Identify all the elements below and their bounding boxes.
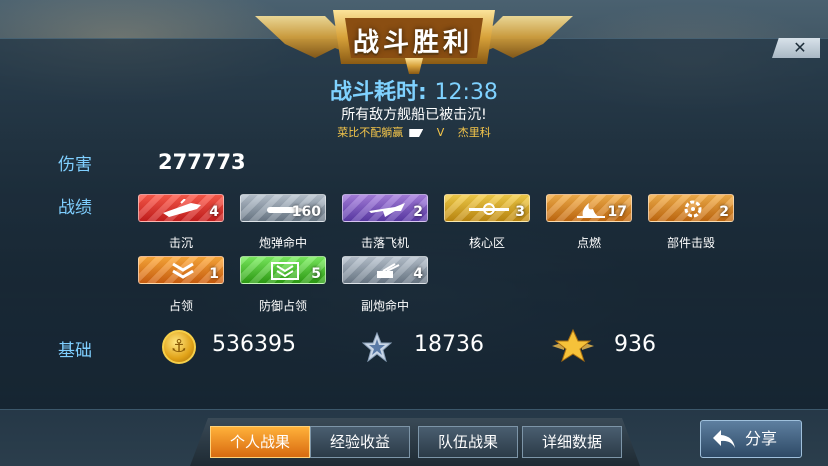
medal-count: 4 bbox=[413, 266, 423, 282]
tab-team-result[interactable]: 队伍战果 bbox=[418, 426, 518, 458]
fire-icon bbox=[577, 203, 605, 218]
battle-time-value: 12:38 bbox=[434, 80, 498, 105]
medal-count: 5 bbox=[311, 266, 321, 282]
close-icon: ✕ bbox=[793, 38, 807, 57]
tab-detail-data[interactable]: 详细数据 bbox=[522, 426, 622, 458]
record-label: 战绩 bbox=[58, 198, 92, 218]
medal-label: 占领 bbox=[168, 299, 193, 313]
medal-label: 击沉 bbox=[168, 236, 193, 250]
base-label: 基础 bbox=[58, 341, 92, 361]
medal-count: 2 bbox=[413, 204, 423, 220]
matchup: 菜比不配躺赢 V 杰里科 bbox=[0, 124, 828, 140]
battle-time-label: 战斗耗时: bbox=[330, 80, 427, 105]
share-button[interactable]: 分享 bbox=[700, 420, 802, 458]
shield-chevron-icon bbox=[271, 262, 299, 280]
medal-label: 炮弹命中 bbox=[258, 236, 307, 250]
medal-defend-capture[interactable]: 5 bbox=[240, 256, 326, 284]
share-label: 分享 bbox=[745, 429, 778, 448]
gear-broken-icon bbox=[684, 200, 702, 218]
coin-value: 536395 bbox=[212, 332, 296, 357]
medal-sink[interactable]: 4 bbox=[138, 194, 224, 222]
medal-count: 3 bbox=[515, 204, 525, 220]
medal-label: 核心区 bbox=[468, 236, 505, 250]
page-title: 战斗胜利 bbox=[352, 28, 473, 58]
medal-plane-down[interactable]: 2 bbox=[342, 194, 428, 222]
battle-time: 战斗耗时: 12:38 bbox=[0, 74, 828, 106]
vs-label: V bbox=[436, 126, 445, 139]
medal-count: 17 bbox=[607, 204, 627, 220]
share-arrow-icon bbox=[713, 430, 735, 448]
medal-secondary-hit[interactable]: 4 bbox=[342, 256, 428, 284]
chevron-double-icon bbox=[172, 262, 194, 279]
reputation-value: 936 bbox=[614, 332, 656, 357]
medal-count: 4 bbox=[209, 204, 219, 220]
medal-core-zone[interactable]: 3 bbox=[444, 194, 530, 222]
secondary-gun-icon bbox=[377, 263, 400, 278]
medal-fire[interactable]: 17 bbox=[546, 194, 632, 222]
medal-shell-hit[interactable]: 160 bbox=[240, 194, 326, 222]
plane-down-icon bbox=[369, 203, 405, 217]
flag-icon bbox=[409, 129, 424, 137]
medal-label: 防御占领 bbox=[258, 299, 307, 313]
medal-count: 1 bbox=[209, 266, 219, 282]
medal-count: 160 bbox=[291, 204, 321, 220]
opponent-name: 杰里科 bbox=[457, 126, 491, 139]
ship-sinking-icon bbox=[163, 199, 201, 217]
medal-part-destroyed[interactable]: 2 bbox=[648, 194, 734, 222]
exp-value: 18736 bbox=[414, 332, 484, 357]
gold-star-icon bbox=[552, 328, 594, 363]
medal-label: 部件击毁 bbox=[666, 236, 715, 250]
silver-star-icon bbox=[362, 332, 392, 362]
medal-capture[interactable]: 1 bbox=[138, 256, 224, 284]
battle-result-text: 所有敌方舰船已被击沉! bbox=[341, 107, 487, 123]
tab-personal-result[interactable]: 个人战果 bbox=[210, 426, 310, 458]
medal-label: 击落飞机 bbox=[360, 236, 409, 250]
medal-label: 副炮命中 bbox=[360, 299, 409, 313]
gold-coin-icon: ⚓ bbox=[162, 330, 196, 364]
core-zone-icon bbox=[469, 203, 509, 215]
close-button[interactable]: ✕ bbox=[772, 38, 820, 58]
medal-label: 点燃 bbox=[576, 236, 601, 250]
player-name: 菜比不配躺赢 bbox=[337, 126, 404, 139]
damage-value: 277773 bbox=[158, 150, 246, 174]
medal-count: 2 bbox=[719, 204, 729, 220]
damage-label: 伤害 bbox=[58, 155, 92, 175]
tab-exp-gain[interactable]: 经验收益 bbox=[310, 426, 410, 458]
